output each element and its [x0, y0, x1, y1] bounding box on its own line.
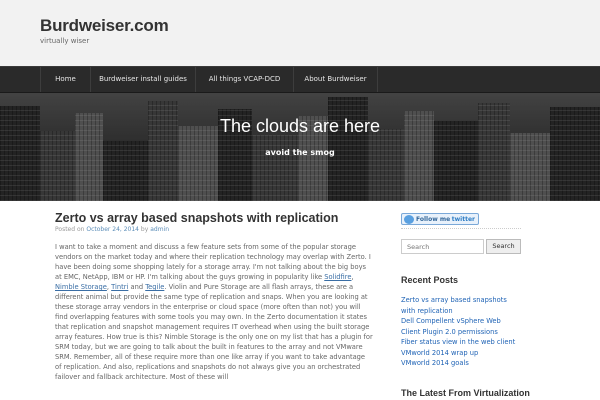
post-title[interactable]: Zerto vs array based snapshots with repl…	[55, 211, 338, 225]
post-date-link[interactable]: October 24, 2014	[86, 226, 139, 233]
link-tegile[interactable]: Tegile	[145, 283, 164, 291]
nav-item-about[interactable]: About Burdweiser	[293, 67, 378, 92]
post-body-text: . Violin and Pure Storage are all flash …	[55, 283, 373, 381]
search-button[interactable]: Search	[486, 239, 521, 254]
hero-banner	[0, 93, 600, 201]
search-input[interactable]	[401, 239, 484, 254]
post-author-link[interactable]: admin	[150, 226, 169, 233]
site-tagline: virtually wiser	[40, 37, 90, 45]
post-meta-prefix: Posted on	[55, 226, 85, 233]
nav-item-vcap-dcd[interactable]: All things VCAP-DCD	[195, 67, 293, 92]
hero-subtitle: avoid the smog	[265, 148, 335, 157]
hero-title: The clouds are here	[219, 116, 381, 136]
nav-item-install-guides[interactable]: Burdweiser install guides	[90, 67, 195, 92]
link-tintri[interactable]: Tintri	[111, 283, 128, 291]
recent-posts-title: Recent Posts	[401, 275, 459, 285]
follow-label: Follow me	[416, 216, 451, 223]
post-meta: Posted on October 24, 2014 by admin	[55, 226, 169, 233]
post-body-separator: and	[128, 283, 146, 291]
recent-post-link[interactable]: Zerto vs array based snapshots with repl…	[401, 295, 521, 316]
recent-posts-list: Zerto vs array based snapshots with repl…	[401, 295, 521, 369]
sidebar-divider	[401, 228, 521, 229]
link-nimble-storage[interactable]: Nimble Storage	[55, 283, 107, 291]
twitter-logo-text: twitter	[451, 216, 475, 223]
hero-overlay	[0, 93, 600, 201]
recent-post-link[interactable]: Fiber status view in the web client	[401, 337, 521, 348]
recent-post-link[interactable]: VMworld 2014 goals	[401, 358, 521, 369]
twitter-follow-button[interactable]: Follow me twitter	[401, 213, 479, 225]
recent-post-link[interactable]: Dell Compellent vSphere Web Client Plugi…	[401, 316, 521, 337]
site-header: Burdweiser.com virtually wiser	[0, 0, 600, 66]
post-body-separator: ,	[351, 273, 354, 281]
main-nav: Home Burdweiser install guides All thing…	[0, 66, 600, 93]
nav-item-home[interactable]: Home	[40, 67, 90, 92]
latest-virtualization-title: The Latest From Virtualization	[401, 388, 530, 398]
recent-post-link[interactable]: VMworld 2014 wrap up	[401, 348, 521, 359]
link-solidfire[interactable]: Solidfire	[324, 273, 351, 281]
twitter-bird-icon	[404, 215, 414, 224]
post-meta-by: by	[140, 226, 149, 233]
post-body: I want to take a moment and discuss a fe…	[55, 242, 373, 382]
site-title[interactable]: Burdweiser.com	[40, 16, 169, 36]
